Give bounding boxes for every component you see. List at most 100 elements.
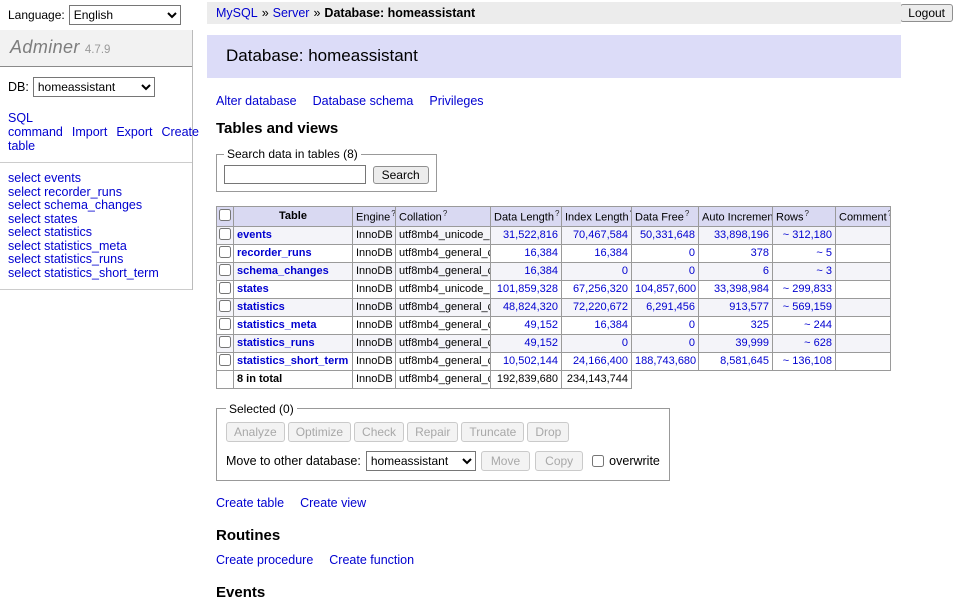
data-length-cell: 31,522,816	[491, 226, 562, 244]
index-length-link[interactable]: 16,384	[594, 247, 628, 259]
language-select[interactable]: English	[69, 5, 181, 25]
sidebar-table-link[interactable]: select states	[8, 212, 77, 226]
sidebar-table-link[interactable]: select statistics_meta	[8, 239, 127, 253]
sidebar-command-link[interactable]: SQL command	[8, 111, 63, 139]
row-checkbox[interactable]	[219, 282, 231, 294]
index-length-link[interactable]: 16,384	[594, 319, 628, 331]
rows-link[interactable]: ~ 5	[816, 247, 832, 259]
data-length-link[interactable]: 101,859,328	[497, 283, 558, 295]
row-checkbox[interactable]	[219, 300, 231, 312]
create-create-procedure-link[interactable]: Create procedure	[216, 553, 313, 567]
auto-increment-link[interactable]: 6	[763, 265, 769, 277]
data-length-link[interactable]: 49,152	[524, 319, 558, 331]
db-action-link[interactable]: Privileges	[429, 94, 483, 108]
column-help-link[interactable]: ?	[805, 209, 809, 218]
auto-increment-link[interactable]: 33,898,196	[714, 229, 769, 241]
rows-link[interactable]: ~ 299,833	[783, 283, 832, 295]
data-free-link[interactable]: 6,291,456	[646, 301, 695, 313]
data-free-link[interactable]: 0	[689, 337, 695, 349]
data-free-link[interactable]: 50,331,648	[640, 229, 695, 241]
sidebar-table-link[interactable]: select statistics_short_term	[8, 266, 159, 280]
data-free-link[interactable]: 0	[689, 247, 695, 259]
rows-link[interactable]: ~ 628	[804, 337, 832, 349]
move-db-select[interactable]: homeassistant	[366, 451, 476, 471]
row-checkbox[interactable]	[219, 264, 231, 276]
sidebar-table-link[interactable]: select schema_changes	[8, 198, 142, 212]
column-help-link[interactable]: ?	[555, 209, 559, 218]
search-button[interactable]: Search	[373, 166, 429, 184]
db-action-link[interactable]: Alter database	[216, 94, 297, 108]
table-name-link[interactable]: statistics_meta	[237, 319, 317, 331]
auto-increment-link[interactable]: 913,577	[729, 301, 769, 313]
data-length-link[interactable]: 16,384	[524, 247, 558, 259]
row-checkbox[interactable]	[219, 318, 231, 330]
row-checkbox[interactable]	[219, 246, 231, 258]
breadcrumb-server-link[interactable]: Server	[273, 6, 310, 20]
db-action-link[interactable]: Database schema	[313, 94, 414, 108]
overwrite-checkbox[interactable]	[592, 455, 604, 467]
check-all-checkbox[interactable]	[219, 209, 231, 221]
sidebar-table-link[interactable]: select recorder_runs	[8, 185, 122, 199]
create-create-function-link[interactable]: Create function	[329, 553, 414, 567]
search-input[interactable]	[224, 165, 366, 184]
breadcrumb-mysql-link[interactable]: MySQL	[216, 6, 258, 20]
auto-increment-link[interactable]: 39,999	[735, 337, 769, 349]
table-name-link[interactable]: schema_changes	[237, 265, 329, 277]
app-version[interactable]: 4.7.9	[85, 44, 111, 56]
row-checkbox[interactable]	[219, 354, 231, 366]
column-help-link[interactable]: ?	[443, 209, 447, 218]
sidebar-table-link[interactable]: select statistics_runs	[8, 252, 123, 266]
data-length-link[interactable]: 48,824,320	[503, 301, 558, 313]
logout-button[interactable]: Logout	[900, 4, 953, 22]
auto-increment-link[interactable]: 325	[751, 319, 769, 331]
data-length-link[interactable]: 49,152	[524, 337, 558, 349]
db-select[interactable]: homeassistant	[33, 77, 155, 97]
rows-link[interactable]: ~ 244	[804, 319, 832, 331]
auto-increment-link[interactable]: 33,398,984	[714, 283, 769, 295]
auto-increment-link[interactable]: 8,581,645	[720, 355, 769, 367]
sidebar-divider	[0, 162, 192, 163]
rows-link[interactable]: ~ 312,180	[783, 229, 832, 241]
sidebar-table-link[interactable]: select events	[8, 171, 81, 185]
sidebar-command-link[interactable]: Export	[116, 125, 152, 139]
index-length-link[interactable]: 70,467,584	[573, 229, 628, 241]
collation-cell: utf8mb4_general_ci	[396, 244, 491, 262]
table-name-link[interactable]: events	[237, 229, 272, 241]
app-name[interactable]: Adminer	[10, 37, 80, 57]
column-header-comment: Comment?	[836, 207, 891, 227]
row-checkbox[interactable]	[219, 228, 231, 240]
index-length-link[interactable]: 24,166,400	[573, 355, 628, 367]
data-length-link[interactable]: 31,522,816	[503, 229, 558, 241]
auto-increment-link[interactable]: 378	[751, 247, 769, 259]
create-create-table-link[interactable]: Create table	[216, 496, 284, 510]
table-name-link[interactable]: statistics	[237, 301, 285, 313]
index-length-link[interactable]: 67,256,320	[573, 283, 628, 295]
index-length-link[interactable]: 0	[622, 265, 628, 277]
data-length-link[interactable]: 10,502,144	[503, 355, 558, 367]
rows-link[interactable]: ~ 3	[816, 265, 832, 277]
data-length-link[interactable]: 16,384	[524, 265, 558, 277]
column-help-link[interactable]: ?	[888, 209, 891, 218]
column-help-link[interactable]: ?	[391, 209, 395, 218]
create-create-view-link[interactable]: Create view	[300, 496, 366, 510]
column-header-data-free: Data Free?	[632, 207, 699, 227]
data-free-link[interactable]: 0	[689, 319, 695, 331]
index-length-link[interactable]: 0	[622, 337, 628, 349]
data-free-link[interactable]: 0	[689, 265, 695, 277]
collation-cell: utf8mb4_general_ci	[396, 298, 491, 316]
rows-link[interactable]: ~ 569,159	[783, 301, 832, 313]
collation-cell: utf8mb4_general_ci	[396, 352, 491, 370]
row-checkbox[interactable]	[219, 336, 231, 348]
table-name-link[interactable]: recorder_runs	[237, 247, 312, 259]
sidebar-command-link[interactable]: Import	[72, 125, 107, 139]
table-name-link[interactable]: statistics_runs	[237, 337, 315, 349]
rows-link[interactable]: ~ 136,108	[783, 355, 832, 367]
data-free-cell: 0	[632, 262, 699, 280]
table-name-link[interactable]: states	[237, 283, 269, 295]
index-length-link[interactable]: 72,220,672	[573, 301, 628, 313]
data-free-link[interactable]: 188,743,680	[635, 355, 696, 367]
data-free-link[interactable]: 104,857,600	[635, 283, 696, 295]
sidebar-table-link[interactable]: select statistics	[8, 225, 92, 239]
column-help-link[interactable]: ?	[685, 209, 689, 218]
table-name-link[interactable]: statistics_short_term	[237, 355, 348, 367]
